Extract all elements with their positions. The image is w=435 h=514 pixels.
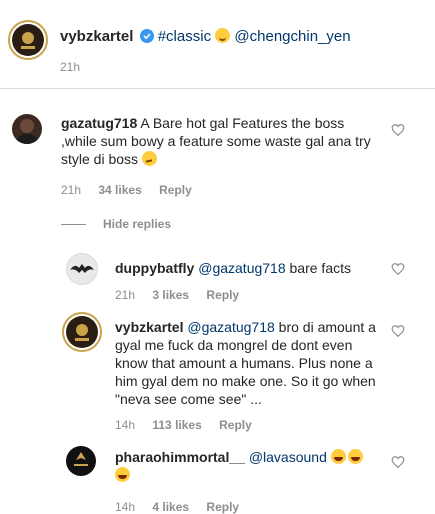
reply-likes[interactable]: 4 likes (152, 500, 189, 514)
reply-mention[interactable]: @lavasound (249, 449, 327, 465)
section-divider (0, 88, 435, 89)
comment-likes[interactable]: 34 likes (98, 183, 141, 197)
comment-reply-button[interactable]: Reply (159, 183, 192, 197)
reply-username[interactable]: pharaohimmortal__ (115, 449, 245, 465)
reply-line: know that amount a humans. Plus none a (115, 355, 373, 371)
verified-badge-icon (139, 29, 154, 43)
comment-username[interactable]: gazatug718 (61, 115, 137, 131)
comment-text: gazatug718 A Bare hot gal Features the b… (61, 114, 381, 168)
laughing-emoji-icon (330, 449, 346, 464)
logo-icon (75, 324, 89, 341)
comment-avatar[interactable] (12, 114, 42, 144)
comment-meta: 21h 34 likes Reply (61, 183, 206, 197)
laughing-emoji-icon (115, 467, 130, 482)
post-meta: 21h (60, 60, 94, 74)
hide-replies-button[interactable]: Hide replies (103, 217, 185, 231)
reply-avatar[interactable] (66, 253, 98, 285)
post-caption-row: vybzkartel #classic @chengchin_yen 21h (0, 0, 435, 85)
reply-time: 21h (115, 288, 136, 302)
reply-meta: 14h 113 likes Reply (115, 418, 266, 432)
reply-line: gyal me fuck da mongrel de dont even (115, 337, 353, 353)
reply-avatar[interactable] (66, 446, 96, 476)
reply-likes[interactable]: 113 likes (152, 418, 201, 432)
reply-username[interactable]: duppybatfly (115, 260, 194, 276)
post-username[interactable]: vybzkartel (60, 28, 133, 45)
reply-meta: 14h 4 likes Reply (115, 500, 253, 514)
reply-line: bro di amount a (278, 319, 376, 335)
like-heart-icon[interactable] (391, 324, 405, 338)
like-heart-icon[interactable] (391, 123, 405, 137)
reply-time: 14h (115, 418, 136, 432)
post-caption: vybzkartel #classic @chengchin_yen (60, 28, 351, 46)
reply-reply-button[interactable]: Reply (219, 418, 252, 432)
smiling-emoji-icon (215, 28, 231, 43)
thinking-emoji-icon (141, 151, 157, 166)
logo-icon (74, 452, 88, 466)
reply-line: him gyal dem no make one. So it go when (115, 373, 376, 389)
bat-icon (70, 264, 94, 273)
reply-reply-button[interactable]: Reply (206, 500, 239, 514)
post-hashtag[interactable]: #classic (158, 28, 211, 45)
reply-meta: 21h 3 likes Reply (115, 288, 253, 302)
comment-time: 21h (61, 183, 82, 197)
laughing-emoji-icon (347, 449, 363, 464)
like-heart-icon[interactable] (391, 455, 405, 469)
post-avatar[interactable] (12, 24, 44, 56)
reply-time: 14h (115, 500, 136, 514)
reply-avatar[interactable] (66, 316, 98, 348)
reply-text: pharaohimmortal__ @lavasound (115, 448, 390, 484)
reply-likes[interactable]: 3 likes (152, 288, 189, 302)
reply-body: bare facts (289, 260, 351, 276)
hide-replies-line (61, 224, 86, 225)
reply-reply-button[interactable]: Reply (206, 288, 239, 302)
reply-mention[interactable]: @gazatug718 (187, 319, 274, 335)
reply-line: "neva see come see" ... (115, 391, 262, 407)
post-mention[interactable]: @chengchin_yen (234, 28, 350, 45)
person-avatar-icon (16, 119, 38, 144)
post-time: 21h (60, 60, 81, 74)
reply-text: duppybatfly @gazatug718 bare facts (115, 259, 385, 277)
reply-username[interactable]: vybzkartel (115, 319, 183, 335)
reply-mention[interactable]: @gazatug718 (198, 260, 285, 276)
hide-replies-label: Hide replies (103, 217, 172, 231)
reply-text: vybzkartel @gazatug718 bro di amount a g… (115, 318, 390, 408)
logo-icon (21, 32, 35, 49)
like-heart-icon[interactable] (391, 262, 405, 276)
